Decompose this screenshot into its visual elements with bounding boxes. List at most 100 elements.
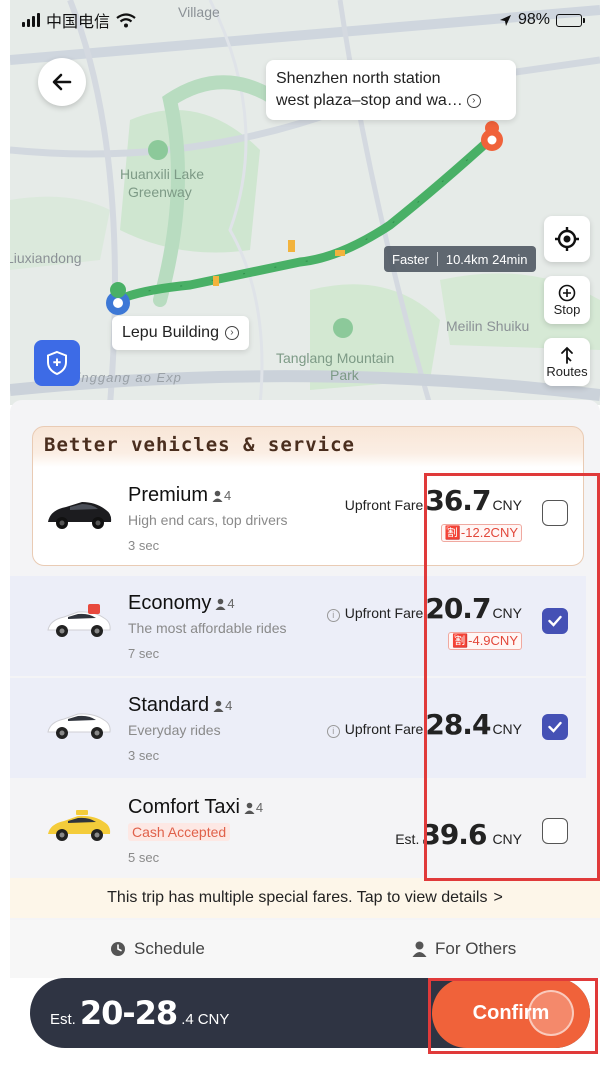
coupon-icon: 🈹 (444, 525, 461, 540)
map-label-park: Park (330, 367, 359, 383)
discount-badge: 🈹-12.2CNY (440, 524, 522, 542)
ride-eta: 5 sec (128, 850, 160, 865)
schedule-button[interactable]: Schedule (110, 939, 205, 959)
signal-icon (22, 13, 40, 27)
map-label-greenway: Greenway (128, 184, 192, 200)
route-label[interactable]: Faster 10.4km 24min (384, 246, 536, 272)
ride-option-premium[interactable]: Premium 4 High end cars, top drivers 3 s… (10, 468, 586, 568)
estimate-pill: Est. 20-28.4 CNY Confirm (30, 978, 590, 1048)
info-icon[interactable]: i (326, 724, 340, 738)
person-icon (212, 490, 223, 502)
routes-icon (561, 346, 573, 364)
estimate-decimal: .4 (181, 1011, 194, 1028)
ride-option-standard[interactable]: Standard 4 Everyday rides 3 sec i Upfron… (10, 678, 586, 778)
stop-label: Stop (553, 301, 581, 317)
back-button[interactable] (38, 58, 86, 106)
notice-text: This trip has multiple special fares. Ta… (107, 889, 488, 906)
route-label-divider (436, 252, 438, 266)
person-icon (215, 598, 226, 610)
shield-icon (47, 350, 67, 376)
status-right: 98% (499, 11, 585, 29)
seats-indicator: 4 (212, 488, 231, 503)
ride-option-comfort-taxi[interactable]: Comfort Taxi 4 Cash Accepted 5 sec Est. … (10, 780, 586, 880)
check-icon (548, 615, 562, 627)
ride-description: The most affordable rides (128, 620, 287, 636)
ride-name: Premium 4 (128, 484, 231, 507)
taxi-icon (48, 810, 111, 841)
discount-amount: -4.9CNY (468, 633, 518, 648)
seats-count: 4 (255, 800, 264, 815)
map-label-lake: Huanxili Lake (120, 166, 205, 182)
seats-count: 4 (224, 488, 232, 503)
white-car-icon (47, 713, 111, 739)
fare-label: Upfront Fare (344, 497, 424, 513)
origin-bubble[interactable]: Lepu Building › (112, 316, 249, 350)
ride-checkbox[interactable] (542, 818, 568, 844)
fare: Est. 39.6 CNY (395, 818, 522, 851)
carrier-name: 中国电信 (46, 14, 111, 31)
chevron-right-icon: › (466, 94, 481, 108)
route-map[interactable]: Huanxili Lake Greenway Liuxiandong Meili… (10, 0, 600, 405)
destination-bubble[interactable]: Shenzhen north station west plaza–stop a… (266, 60, 516, 120)
ride-name-text: Economy (128, 592, 212, 614)
estimate-prefix: Est. (50, 1011, 76, 1028)
route-info: 10.4km 24min (445, 251, 528, 267)
ride-description: Everyday rides (128, 722, 221, 738)
discount-badge: 🈹-4.9CNY (447, 632, 522, 650)
fare-amount: 36.7 (425, 484, 491, 517)
fare: i Upfront Fare 28.4 CNY (326, 708, 522, 741)
plus-circle-icon (558, 284, 576, 301)
ride-checkbox[interactable] (542, 608, 568, 634)
routes-button[interactable]: Routes (544, 338, 590, 386)
special-fares-notice[interactable]: This trip has multiple special fares. Ta… (10, 878, 600, 918)
fare-unit: CNY (492, 831, 522, 847)
person-icon (213, 700, 224, 712)
battery-icon (556, 13, 585, 27)
estimate-unit: CNY (197, 1011, 230, 1028)
ride-eta: 3 sec (128, 538, 160, 553)
status-bar: 中国电信 98% (0, 0, 600, 40)
ride-option-economy[interactable]: Economy 4 The most affordable rides 7 se… (10, 576, 586, 676)
fare-amount: 28.4 (425, 708, 491, 741)
clock-icon (111, 942, 125, 956)
map-label-tanglang: Tanglang Mountain (276, 350, 395, 366)
ride-description: High end cars, top drivers (128, 512, 288, 528)
schedule-label: Schedule (134, 939, 205, 958)
fare-label: Upfront Fare (344, 605, 424, 621)
for-others-button[interactable]: For Others (412, 939, 516, 959)
destination-line1: Shenzhen north station (276, 70, 441, 87)
map-label-meilin: Meilin Shuiku (446, 318, 530, 334)
info-icon[interactable]: i (326, 608, 340, 622)
bottom-bar: Est. 20-28.4 CNY Confirm (10, 978, 600, 1068)
ride-eta: 3 sec (128, 748, 160, 763)
fare-label: Est. (395, 831, 420, 847)
chevron-right-icon: › (224, 326, 239, 340)
add-stop-button[interactable]: Stop (544, 276, 590, 324)
safety-button[interactable] (34, 340, 80, 386)
route-tag: Faster (392, 251, 429, 267)
ride-eta: 7 sec (128, 646, 160, 661)
ride-checkbox[interactable] (542, 714, 568, 740)
fare-unit: CNY (492, 721, 522, 737)
seats-indicator: 4 (244, 800, 263, 815)
ride-name: Comfort Taxi 4 (128, 796, 263, 819)
ride-name-text: Premium (128, 484, 209, 506)
destination-line2-wrap: west plaza–stop and wa… › (276, 90, 506, 112)
locate-button[interactable] (544, 216, 590, 262)
white-car-icon (47, 604, 111, 637)
fare: i Upfront Fare 20.7 CNY (326, 592, 522, 625)
ride-checkbox[interactable] (542, 500, 568, 526)
ride-name-text: Standard (128, 694, 210, 716)
section-title: Better vehicles & service (44, 434, 355, 456)
confirm-button[interactable]: Confirm (432, 978, 590, 1048)
person-icon (412, 941, 427, 957)
estimate-text: Est. 20-28.4 CNY (50, 994, 229, 1032)
origin-name: Lepu Building (122, 324, 219, 341)
location-arrow-icon (499, 14, 511, 26)
fare: Upfront Fare 36.7 CNY (345, 484, 522, 517)
chevron-right-icon: > (493, 889, 503, 906)
fare-amount: 20.7 (425, 592, 491, 625)
discount-amount: -12.2CNY (460, 525, 518, 540)
seats-count: 4 (227, 596, 235, 611)
map-label-liuxiandong: Liuxiandong (10, 250, 82, 266)
